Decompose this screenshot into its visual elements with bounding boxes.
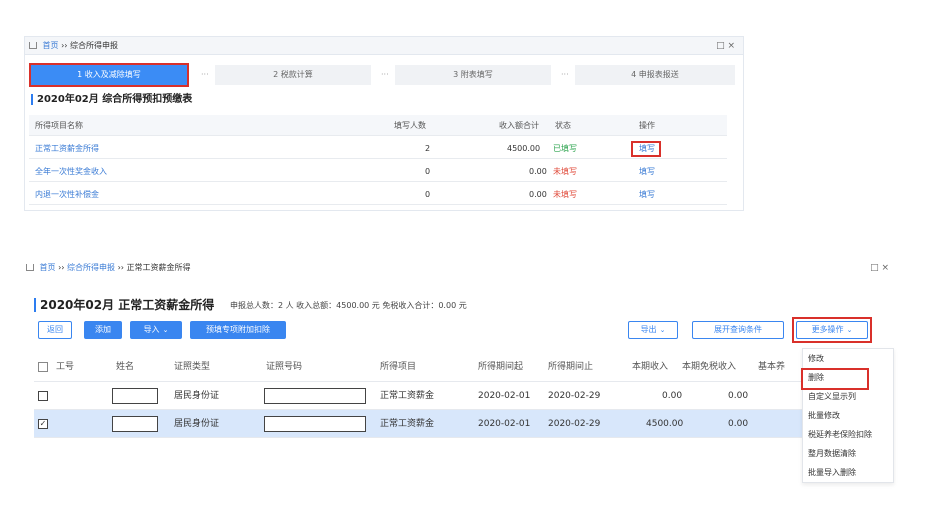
table-row-selected: ✓ 居民身份证 正常工资薪金 2020-02-01 2020-02-29 450…: [34, 410, 889, 438]
menu-item-pension-deduction[interactable]: 税延养老保险扣除: [803, 425, 893, 444]
step-2[interactable]: 2 税款计算: [215, 65, 371, 85]
income-item-link[interactable]: 正常工资薪金所得: [35, 138, 99, 159]
expand-search-button[interactable]: 展开查询条件: [692, 321, 784, 339]
window-controls[interactable]: □ ×: [870, 258, 889, 278]
status-badge: 未填写: [553, 167, 577, 176]
col-id-number: 证照号码: [266, 362, 303, 372]
prefill-deduction-button[interactable]: 预填专项附加扣除: [190, 321, 286, 339]
income-item-link[interactable]: 全年一次性奖金收入: [35, 161, 107, 182]
id-number-field[interactable]: [264, 416, 366, 432]
name-field[interactable]: [112, 416, 158, 432]
col-count: 填写人数: [394, 121, 426, 130]
status-badge: 未填写: [553, 190, 577, 199]
income-item-cell: 正常工资薪金: [380, 391, 435, 401]
id-type-cell: 居民身份证: [174, 391, 220, 401]
col-status: 状态: [555, 121, 571, 130]
import-button[interactable]: 导入 ⌄: [130, 321, 182, 339]
chevron-down-icon: ⌄: [162, 326, 169, 334]
col-action: 操作: [639, 121, 655, 130]
menu-item-clear-month[interactable]: 整月数据清除: [803, 444, 893, 463]
breadcrumb-home[interactable]: 首页: [40, 263, 56, 272]
tax-free-cell: 0.00: [728, 419, 749, 429]
more-actions-highlight: [792, 317, 872, 343]
col-income: 本期收入: [632, 362, 669, 372]
period-start-cell: 2020-02-01: [478, 419, 531, 429]
home-icon[interactable]: [29, 42, 37, 49]
step-3[interactable]: 3 附表填写: [395, 65, 551, 85]
amount-cell: 0.00: [529, 190, 547, 199]
col-period-end: 所得期间止: [548, 362, 594, 372]
count-cell: 0: [425, 167, 431, 176]
page-title: 2020年02月 综合所得预扣预缴表: [31, 94, 192, 105]
window-controls[interactable]: □ ×: [716, 37, 735, 55]
fill-link[interactable]: 填写: [639, 184, 655, 205]
table-row: 全年一次性奖金收入 0 0.00 未填写 填写: [29, 161, 727, 182]
col-name: 姓名: [116, 362, 135, 372]
income-item-cell: 正常工资薪金: [380, 419, 435, 429]
import-label: 导入: [143, 325, 160, 334]
period-end-cell: 2020-02-29: [548, 391, 601, 401]
table-header: 所得项目名称 填写人数 收入额合计 状态 操作: [29, 115, 727, 136]
step-1-highlight: [29, 63, 189, 87]
col-tax-free: 本期免税收入: [682, 362, 737, 372]
menu-item-batch-edit[interactable]: 批量修改: [803, 406, 893, 425]
col-basic-pension: 基本养: [758, 362, 786, 372]
select-all-checkbox[interactable]: [38, 362, 48, 372]
breadcrumb-home[interactable]: 首页: [43, 41, 59, 50]
summary-text: 申报总人数：2 人 收入总额：4500.00 元 免税收入合计：0.00 元: [230, 301, 467, 310]
count-cell: 0: [425, 190, 431, 199]
delete-highlight: [801, 368, 869, 390]
tax-free-cell: 0.00: [728, 391, 749, 401]
row-checkbox-checked[interactable]: ✓: [38, 419, 48, 429]
col-income-item: 所得项目: [380, 362, 417, 372]
page-title: 2020年02月 正常工资薪金所得: [34, 298, 214, 312]
bottom-title-bar: 首页 ›› 综合所得申报 ›› 正常工资薪金所得 □ ×: [24, 258, 889, 278]
row-checkbox[interactable]: [38, 391, 48, 401]
step-separator: ···: [381, 70, 389, 79]
step-separator: ···: [561, 70, 569, 79]
back-button[interactable]: 返回: [38, 321, 72, 339]
top-title-bar: 首页 ›› 综合所得申报 □ ×: [25, 37, 743, 55]
breadcrumb-parent[interactable]: 综合所得申报: [67, 263, 115, 272]
col-id-type: 证照类型: [174, 362, 211, 372]
amount-cell: 4500.00: [507, 144, 541, 153]
export-button[interactable]: 导出 ⌄: [628, 321, 678, 339]
status-badge: 已填写: [553, 144, 577, 153]
breadcrumb-current: 正常工资薪金所得: [126, 263, 191, 272]
income-cell: 0.00: [662, 391, 683, 401]
chevron-down-icon: ⌄: [659, 326, 666, 334]
table-row: 居民身份证 正常工资薪金 2020-02-01 2020-02-29 0.00 …: [34, 382, 889, 410]
home-icon[interactable]: [26, 264, 34, 271]
col-amount: 收入额合计: [499, 121, 539, 130]
period-end-cell: 2020-02-29: [548, 419, 601, 429]
name-field[interactable]: [112, 388, 158, 404]
table-header: 工号 姓名 证照类型 证照号码 所得项目 所得期间起 所得期间止 本期收入 本期…: [34, 352, 889, 382]
step-4[interactable]: 4 申报表报送: [575, 65, 735, 85]
menu-item-edit[interactable]: 修改: [803, 349, 893, 368]
export-label: 导出: [640, 325, 657, 334]
period-start-cell: 2020-02-01: [478, 391, 531, 401]
fill-link-highlight: [631, 141, 661, 157]
count-cell: 2: [425, 144, 431, 153]
income-cell: 4500.00: [646, 419, 684, 429]
col-employee-id: 工号: [56, 362, 75, 372]
col-period-start: 所得期间起: [478, 362, 524, 372]
id-number-field[interactable]: [264, 388, 366, 404]
step-separator: ···: [201, 70, 209, 79]
add-button[interactable]: 添加: [84, 321, 122, 339]
fill-link[interactable]: 填写: [639, 161, 655, 182]
top-window: 首页 ›› 综合所得申报 □ × 1 收入及减除填写 ··· 2 税款计算 ··…: [24, 36, 744, 211]
id-type-cell: 居民身份证: [174, 419, 220, 429]
breadcrumb-current: 综合所得申报: [70, 41, 119, 50]
table-row: 内退一次性补偿金 0 0.00 未填写 填写: [29, 184, 727, 205]
income-item-link[interactable]: 内退一次性补偿金: [35, 184, 99, 205]
amount-cell: 0.00: [529, 167, 547, 176]
menu-item-batch-import-delete[interactable]: 批量导入删除: [803, 463, 893, 482]
bottom-window: 首页 ›› 综合所得申报 ›› 正常工资薪金所得 □ × 2020年02月 正常…: [24, 258, 894, 501]
col-name: 所得项目名称: [35, 121, 83, 130]
table-row: 正常工资薪金所得 2 4500.00 已填写 填写: [29, 138, 727, 159]
